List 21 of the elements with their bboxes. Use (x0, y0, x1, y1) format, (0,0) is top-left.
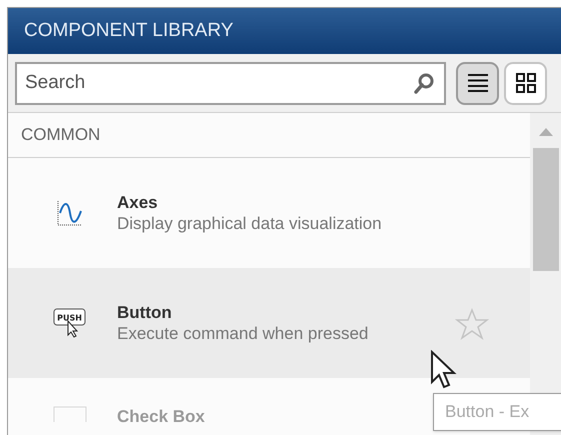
star-icon[interactable] (455, 308, 489, 340)
component-name: Button (117, 302, 173, 323)
section-title: COMMON (21, 124, 100, 146)
scroll-up-icon[interactable] (538, 128, 552, 136)
grid-icon (514, 72, 536, 94)
list-view-button[interactable] (456, 62, 499, 104)
scrollbar-thumb[interactable] (532, 148, 558, 271)
component-name: Check Box (117, 406, 205, 428)
list-icon (466, 73, 488, 93)
search-icon (412, 70, 436, 94)
tooltip-text: Button - Ex (445, 401, 530, 424)
grid-view-button[interactable] (504, 62, 547, 104)
component-list-item[interactable]: Axes Display graphical data visualization (8, 158, 530, 268)
search-field[interactable]: Search (15, 62, 446, 104)
checkbox-icon (53, 406, 87, 422)
component-description: Display graphical data visualization (117, 213, 382, 234)
panel-title: COMPONENT LIBRARY (24, 18, 234, 43)
component-name: Axes (117, 192, 159, 213)
component-list-item[interactable]: PUSH Button Execute command when pressed (8, 268, 530, 378)
sine-wave-icon (56, 199, 84, 227)
component-description: Execute command when pressed (117, 323, 368, 344)
